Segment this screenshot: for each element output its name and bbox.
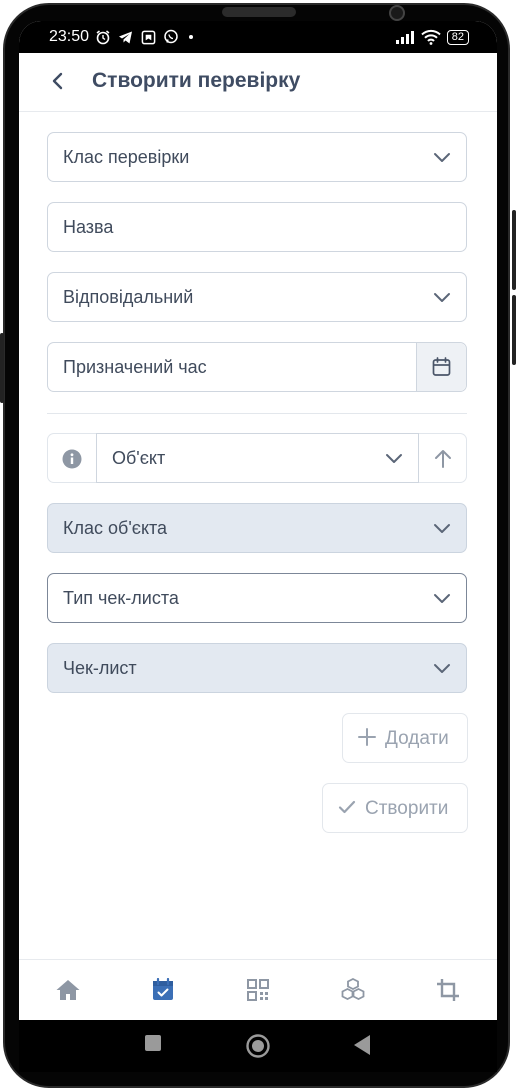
signal-icon	[395, 31, 414, 44]
app-header: Створити перевірку	[19, 53, 497, 112]
page-title: Створити перевірку	[92, 69, 301, 92]
bottom-navigation	[19, 959, 497, 1020]
wifi-icon	[421, 29, 441, 45]
name-input[interactable]: Назва	[47, 202, 467, 252]
telegram-icon	[119, 31, 132, 44]
system-navigation-bar	[19, 1020, 497, 1072]
qr-code-icon[interactable]	[245, 978, 271, 1002]
responsible-label: Відповідальний	[63, 287, 194, 307]
chevron-down-icon	[434, 153, 450, 162]
phone-device: 23:50 82 Створити перевірку Клас перевір…	[0, 0, 516, 1090]
alarm-icon	[96, 30, 110, 45]
check-class-select[interactable]: Клас перевірки	[47, 132, 467, 182]
checklist-type-select[interactable]: Тип чек-листа	[47, 573, 467, 623]
create-button[interactable]: Створити	[322, 783, 468, 833]
front-camera	[389, 5, 405, 21]
object-class-select[interactable]: Клас об'єкта	[47, 503, 467, 553]
object-group: Об'єкт	[47, 433, 467, 483]
object-info-button[interactable]	[47, 433, 96, 483]
power-button	[512, 210, 516, 290]
cubes-icon[interactable]	[340, 978, 366, 1002]
home-circle-icon[interactable]	[245, 1033, 271, 1059]
info-icon	[62, 449, 82, 469]
volume-button	[0, 333, 4, 403]
chevron-down-icon	[434, 664, 450, 673]
chevron-down-icon	[434, 594, 450, 603]
side-button	[512, 295, 516, 365]
status-notifications	[95, 26, 193, 48]
object-up-button[interactable]	[419, 433, 467, 483]
plus-icon	[358, 728, 376, 746]
screen: 23:50 82 Створити перевірку Клас перевір…	[19, 21, 497, 1020]
check-class-label: Клас перевірки	[63, 147, 190, 167]
create-button-label: Створити	[365, 798, 449, 819]
date-picker-button[interactable]	[416, 343, 466, 391]
scheduled-time-input[interactable]: Призначений час	[47, 342, 467, 392]
section-divider	[47, 413, 467, 414]
notification-app-icon	[141, 30, 156, 44]
name-placeholder: Назва	[63, 217, 114, 237]
calendar-check-icon[interactable]	[150, 978, 176, 1002]
crop-icon[interactable]	[435, 978, 461, 1002]
more-notifications-dot	[189, 35, 193, 39]
object-select[interactable]: Об'єкт	[96, 433, 419, 483]
home-icon[interactable]	[55, 978, 81, 1002]
back-arrow-icon[interactable]	[47, 70, 69, 92]
object-class-label: Клас об'єкта	[63, 518, 168, 538]
status-bar: 23:50 82	[19, 21, 497, 53]
status-time: 23:50	[49, 28, 90, 45]
back-triangle-icon[interactable]	[352, 1034, 372, 1056]
chevron-down-icon	[434, 293, 450, 302]
scheduled-time-placeholder: Призначений час	[63, 357, 207, 377]
chevron-down-icon	[434, 524, 450, 533]
checklist-select[interactable]: Чек-лист	[47, 643, 467, 693]
checklist-type-label: Тип чек-листа	[63, 588, 179, 608]
status-system: 82	[395, 26, 469, 48]
add-button-label: Додати	[385, 728, 449, 749]
recents-square-icon[interactable]	[144, 1034, 162, 1052]
viber-icon	[164, 29, 178, 44]
arrow-up-icon	[435, 450, 451, 468]
chevron-down-icon	[386, 454, 402, 463]
responsible-select[interactable]: Відповідальний	[47, 272, 467, 322]
speaker	[222, 7, 296, 17]
battery-indicator: 82	[446, 29, 469, 45]
object-label: Об'єкт	[112, 448, 166, 468]
calendar-icon	[432, 357, 451, 376]
add-button[interactable]: Додати	[342, 713, 468, 763]
checklist-label: Чек-лист	[63, 658, 137, 678]
check-icon	[338, 800, 356, 814]
